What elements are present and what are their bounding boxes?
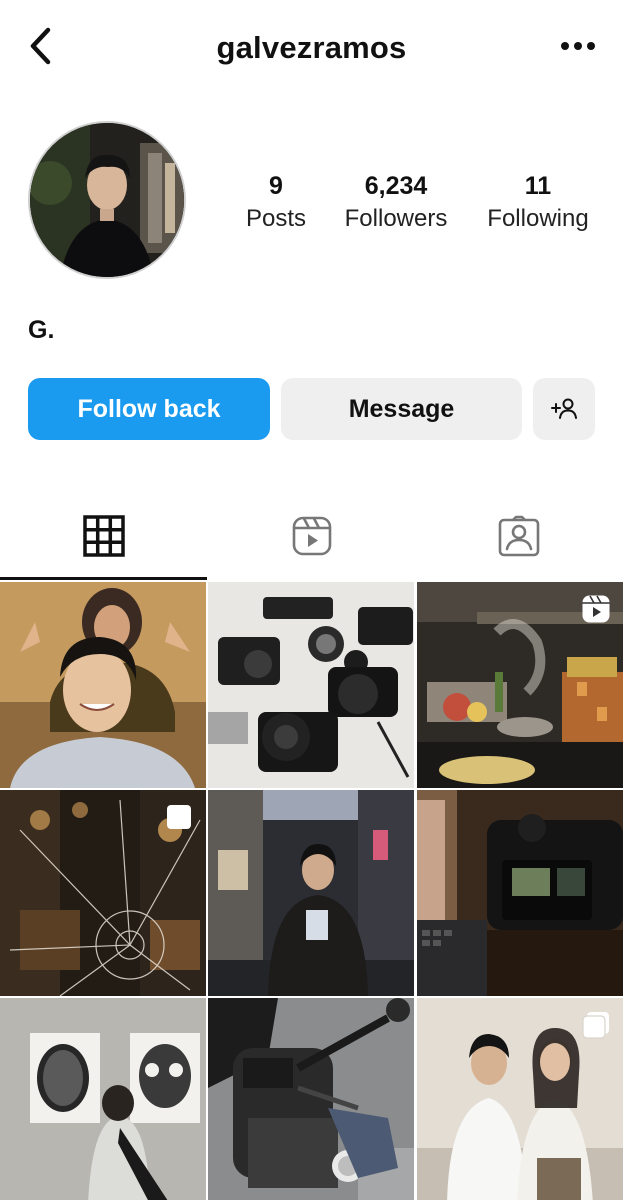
post-thumbnail[interactable] xyxy=(417,998,623,1200)
grid-icon xyxy=(82,515,125,557)
top-bar: galvezramos xyxy=(0,0,623,95)
tab-reels[interactable] xyxy=(208,492,415,580)
stat-following[interactable]: 11 Following xyxy=(478,170,598,236)
posts-count: 9 xyxy=(269,172,283,200)
carousel-icon xyxy=(167,805,191,829)
tab-tagged[interactable] xyxy=(415,492,622,580)
profile-avatar[interactable] xyxy=(28,121,186,279)
post-image xyxy=(0,582,206,788)
followers-label: Followers xyxy=(344,205,448,232)
post-thumbnail[interactable] xyxy=(0,790,206,996)
following-label: Following xyxy=(487,205,589,232)
profile-tabs xyxy=(0,492,623,580)
post-image xyxy=(208,582,414,788)
post-thumbnail[interactable] xyxy=(417,582,623,788)
follow-back-button[interactable]: Follow back xyxy=(28,378,270,440)
reel-icon xyxy=(582,595,610,623)
tagged-icon xyxy=(498,515,539,557)
post-image xyxy=(208,998,414,1200)
avatar-photo xyxy=(30,123,184,277)
posts-label: Posts xyxy=(245,205,307,232)
post-image xyxy=(208,790,414,996)
profile-display-name: G. xyxy=(28,316,55,344)
post-image xyxy=(417,790,623,996)
message-button[interactable]: Message xyxy=(281,378,522,440)
more-horizontal-icon xyxy=(561,42,595,50)
add-person-icon xyxy=(551,398,577,419)
post-thumbnail[interactable] xyxy=(208,998,414,1200)
post-thumbnail[interactable] xyxy=(0,582,206,788)
stat-posts[interactable]: 9 Posts xyxy=(226,170,326,236)
post-image xyxy=(0,998,206,1200)
tab-posts-grid[interactable] xyxy=(0,492,207,580)
more-options-button[interactable] xyxy=(556,30,600,62)
post-thumbnail[interactable] xyxy=(208,790,414,996)
stat-followers[interactable]: 6,234 Followers xyxy=(336,170,456,236)
following-count: 11 xyxy=(524,172,552,200)
suggested-users-button[interactable] xyxy=(533,378,595,440)
posts-grid xyxy=(0,582,623,1200)
active-tab-indicator xyxy=(0,577,207,580)
post-thumbnail[interactable] xyxy=(417,790,623,996)
reels-icon xyxy=(292,516,331,556)
carousel-icon xyxy=(582,1012,609,1039)
followers-count: 6,234 xyxy=(364,172,428,200)
post-thumbnail[interactable] xyxy=(0,998,206,1200)
profile-username: galvezramos xyxy=(216,30,407,65)
post-thumbnail[interactable] xyxy=(208,582,414,788)
